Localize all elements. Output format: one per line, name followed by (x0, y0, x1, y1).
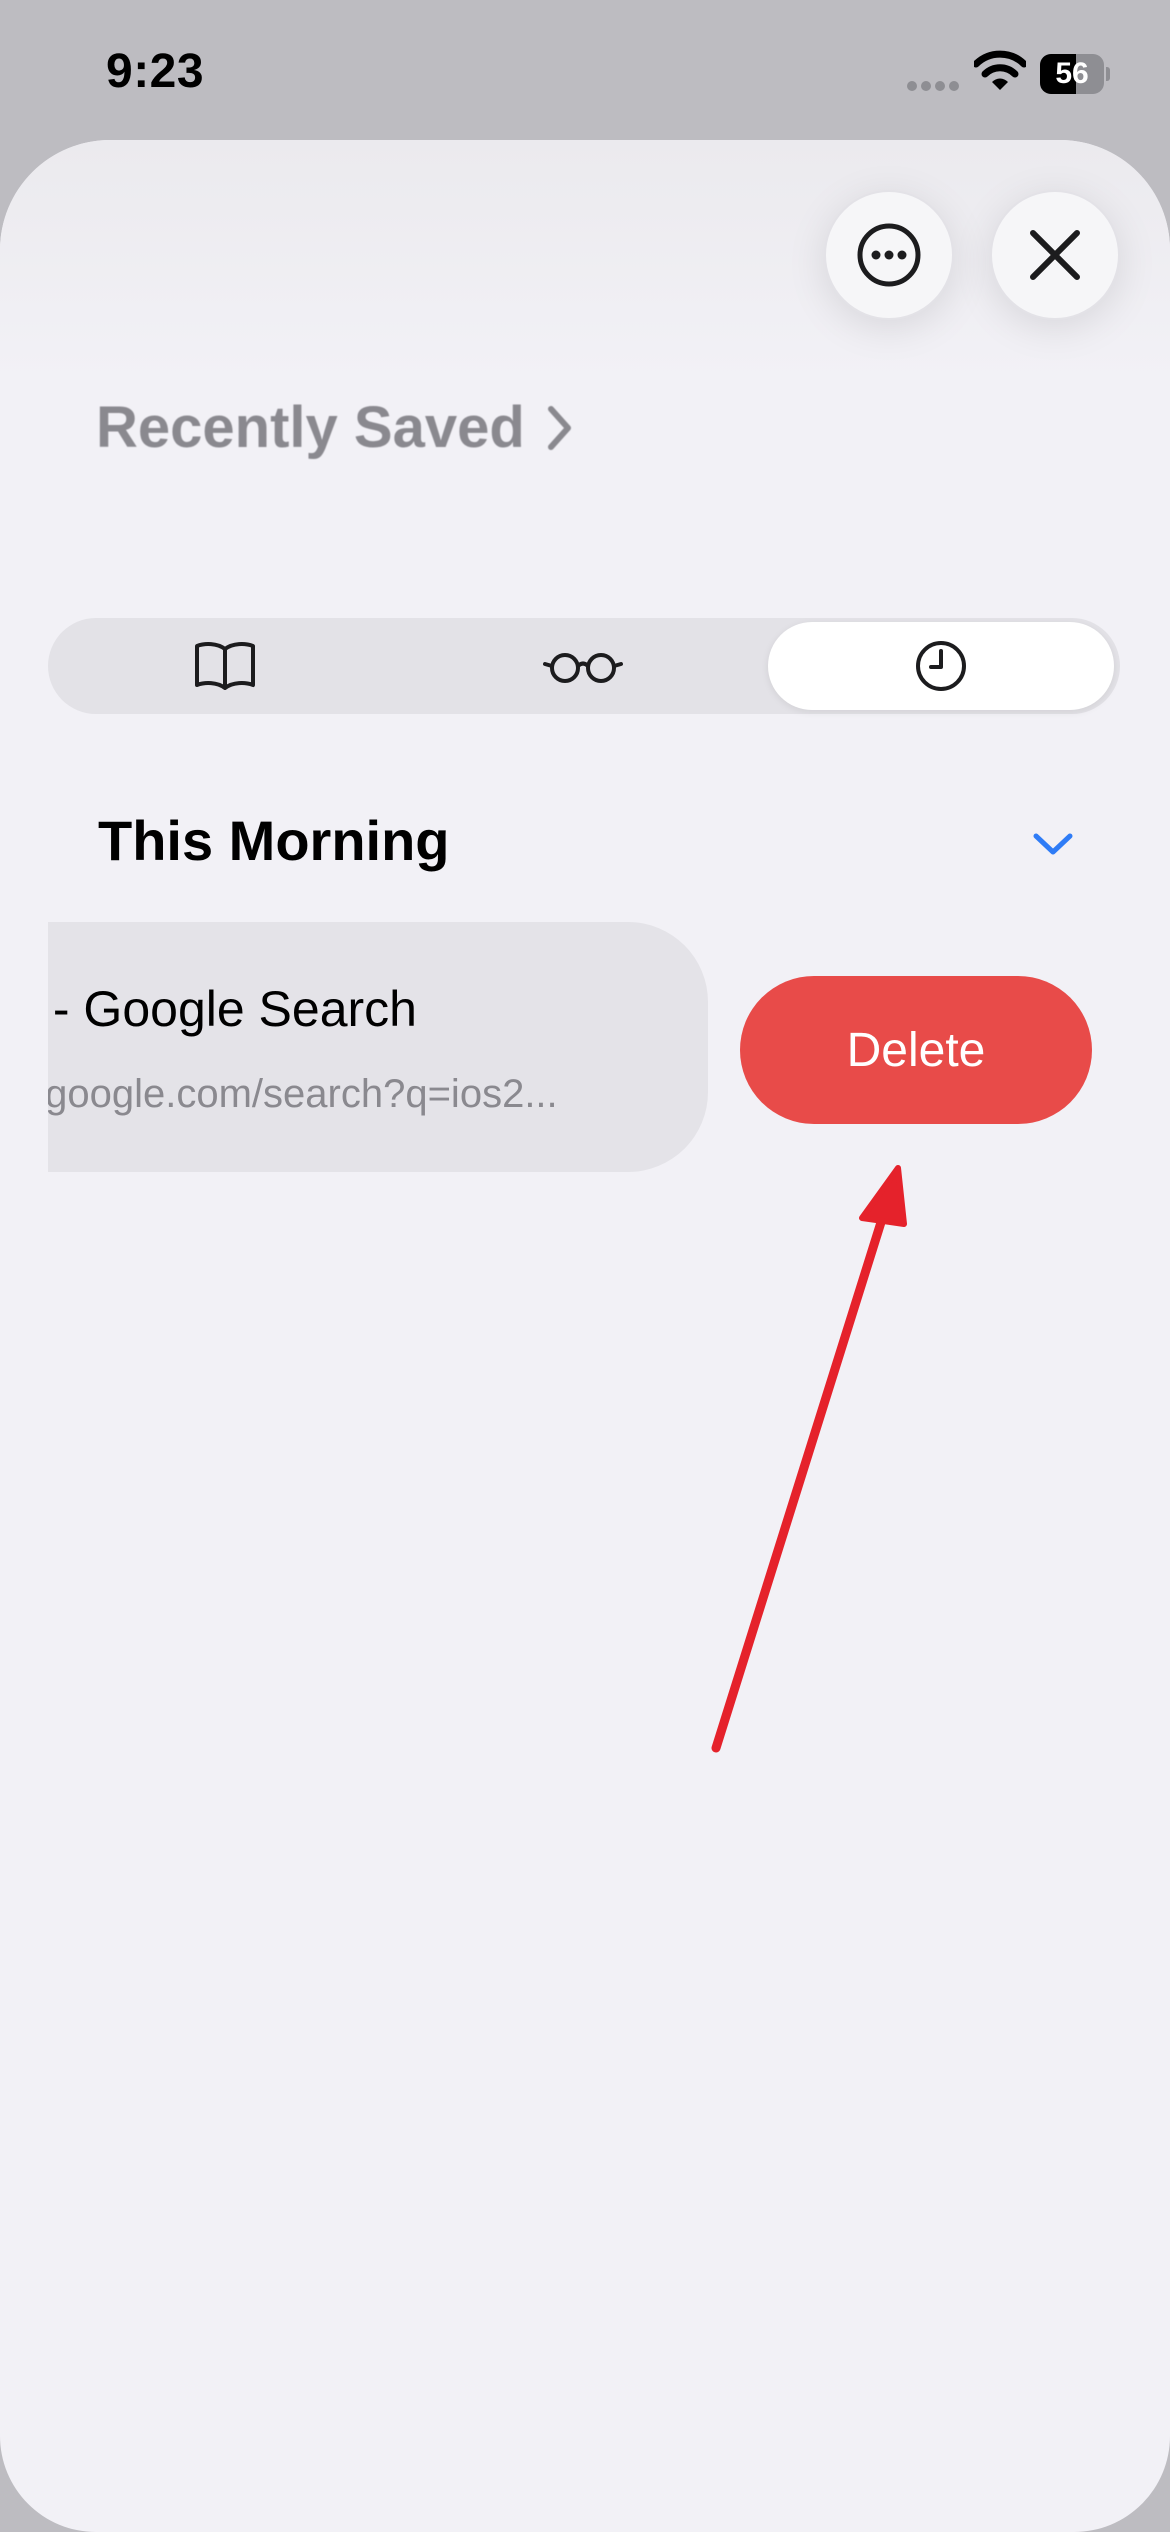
ellipsis-circle-icon (857, 223, 921, 287)
tab-bookmarks[interactable] (52, 622, 398, 710)
bookmarks-sheet: Recently Saved This Morning s - Google S… (0, 140, 1170, 2532)
chevron-right-icon (547, 405, 571, 450)
more-button[interactable] (824, 190, 954, 320)
glasses-icon (543, 653, 623, 683)
clock-icon (916, 641, 966, 691)
battery-icon: 56 (1040, 54, 1110, 94)
battery-percent: 56 (1055, 57, 1089, 90)
recently-saved-link[interactable]: Recently Saved (96, 394, 573, 461)
book-icon (195, 642, 255, 690)
annotation-arrow (711, 1165, 907, 1753)
tab-history[interactable] (768, 622, 1114, 710)
close-icon (1030, 230, 1080, 280)
history-item-title: s - Google Search (48, 981, 417, 1037)
close-button[interactable] (990, 190, 1120, 320)
status-time: 9:23 (106, 45, 205, 98)
section-title: This Morning (98, 809, 450, 872)
wifi-icon (974, 50, 1026, 90)
chevron-down-icon[interactable] (1032, 830, 1074, 858)
status-bar: 9:23 56 (0, 0, 1170, 140)
history-item-url: .google.com/search?q=ios2... (48, 1072, 558, 1116)
recently-saved-label: Recently Saved (96, 395, 525, 460)
library-segmented-control (48, 618, 1120, 714)
cellular-dots-icon (907, 81, 959, 91)
tab-reading-list[interactable] (410, 622, 756, 710)
history-item[interactable]: s - Google Search .google.com/search?q=i… (48, 922, 708, 1172)
delete-button[interactable]: Delete (740, 976, 1092, 1124)
